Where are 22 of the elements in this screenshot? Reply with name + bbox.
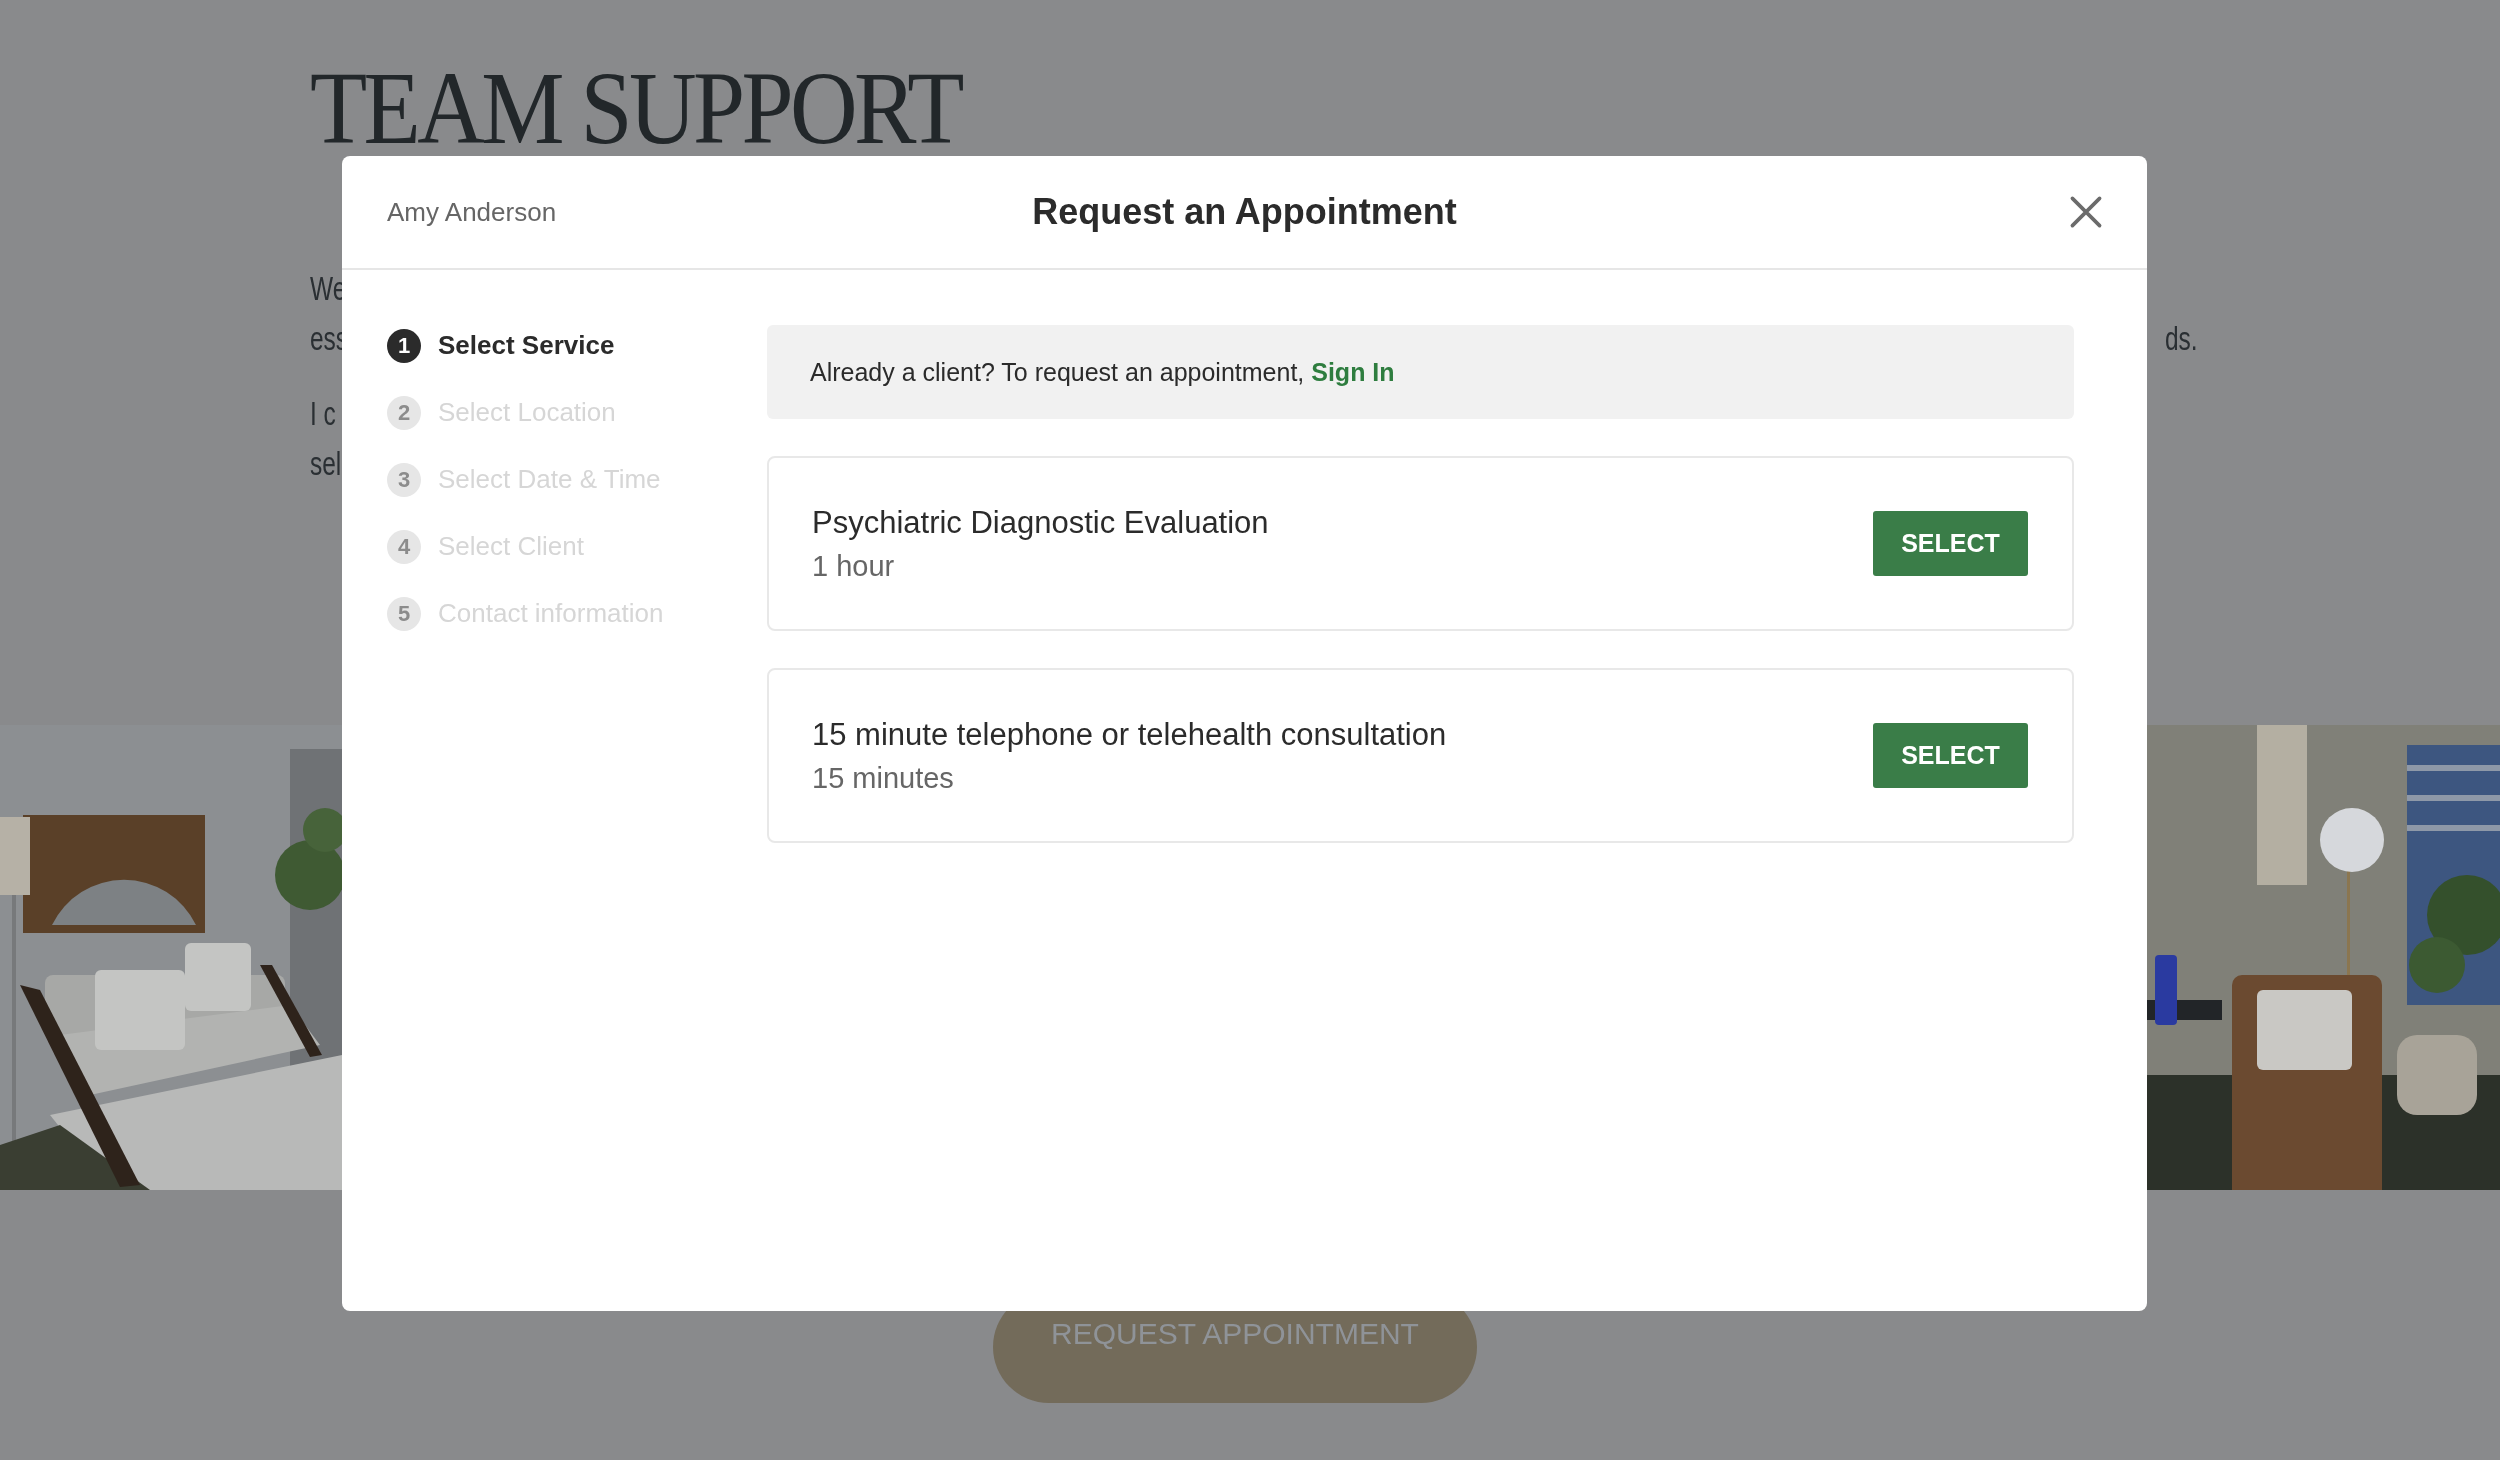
service-duration: 15 minutes bbox=[812, 760, 955, 796]
service-name: Psychiatric Diagnostic Evaluation bbox=[812, 503, 1269, 542]
provider-name: Amy Anderson bbox=[387, 196, 557, 228]
close-button[interactable] bbox=[2069, 195, 2103, 229]
close-icon bbox=[2069, 195, 2103, 229]
step-item[interactable]: 1 Select Service bbox=[387, 325, 767, 366]
step-number: 4 bbox=[387, 529, 421, 564]
service-duration: 1 hour bbox=[812, 548, 896, 584]
sign-in-link[interactable]: Sign In bbox=[1311, 357, 1395, 386]
step-number: 1 bbox=[387, 328, 421, 363]
step-number: 3 bbox=[387, 462, 421, 497]
paragraph-fragment: I c bbox=[310, 393, 336, 434]
select-button[interactable]: SELECT bbox=[1873, 511, 2028, 576]
paragraph-fragment: ds. bbox=[2164, 318, 2198, 359]
step-number: 5 bbox=[387, 596, 421, 631]
page-title: TEAM SUPPORT bbox=[310, 58, 961, 158]
step-number: 2 bbox=[387, 395, 421, 430]
select-button[interactable]: SELECT bbox=[1873, 723, 2028, 788]
notice-text: Already a client? To request an appointment, Sign In bbox=[810, 357, 1395, 387]
paragraph-fragment: sel bbox=[310, 443, 342, 484]
service-name: 15 minute telephone or telehealth consultation bbox=[812, 715, 1447, 754]
dialog-title: Request an Appointment bbox=[1032, 191, 1457, 233]
